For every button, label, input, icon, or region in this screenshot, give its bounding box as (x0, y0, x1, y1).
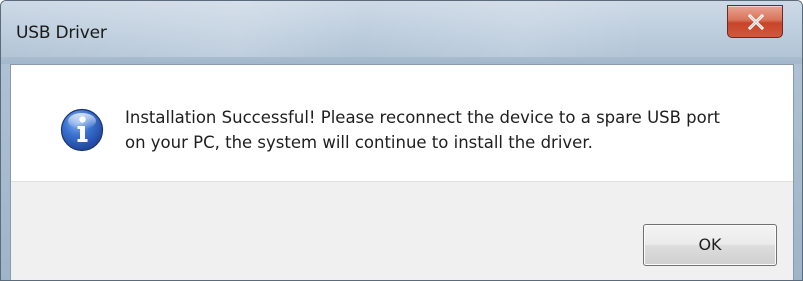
title-bar[interactable]: USB Driver (1, 1, 802, 57)
button-bar: OK (11, 181, 793, 280)
message-line-1: Installation Successful! Please reconnec… (125, 108, 721, 127)
dialog-window: USB Driver Installation Successful! Plea… (0, 0, 803, 281)
dialog-message: Installation Successful! Please reconnec… (125, 105, 765, 155)
close-icon (747, 14, 765, 30)
info-icon (60, 108, 104, 152)
close-button[interactable] (727, 5, 783, 38)
message-line-2: on your PC, the system will continue to … (125, 133, 593, 152)
dialog-client-area: Installation Successful! Please reconnec… (10, 64, 794, 280)
window-frame-right (794, 64, 802, 280)
message-area: Installation Successful! Please reconnec… (11, 65, 793, 181)
ok-button[interactable]: OK (643, 224, 777, 266)
window-frame-left (1, 64, 10, 280)
window-title: USB Driver (16, 23, 107, 43)
